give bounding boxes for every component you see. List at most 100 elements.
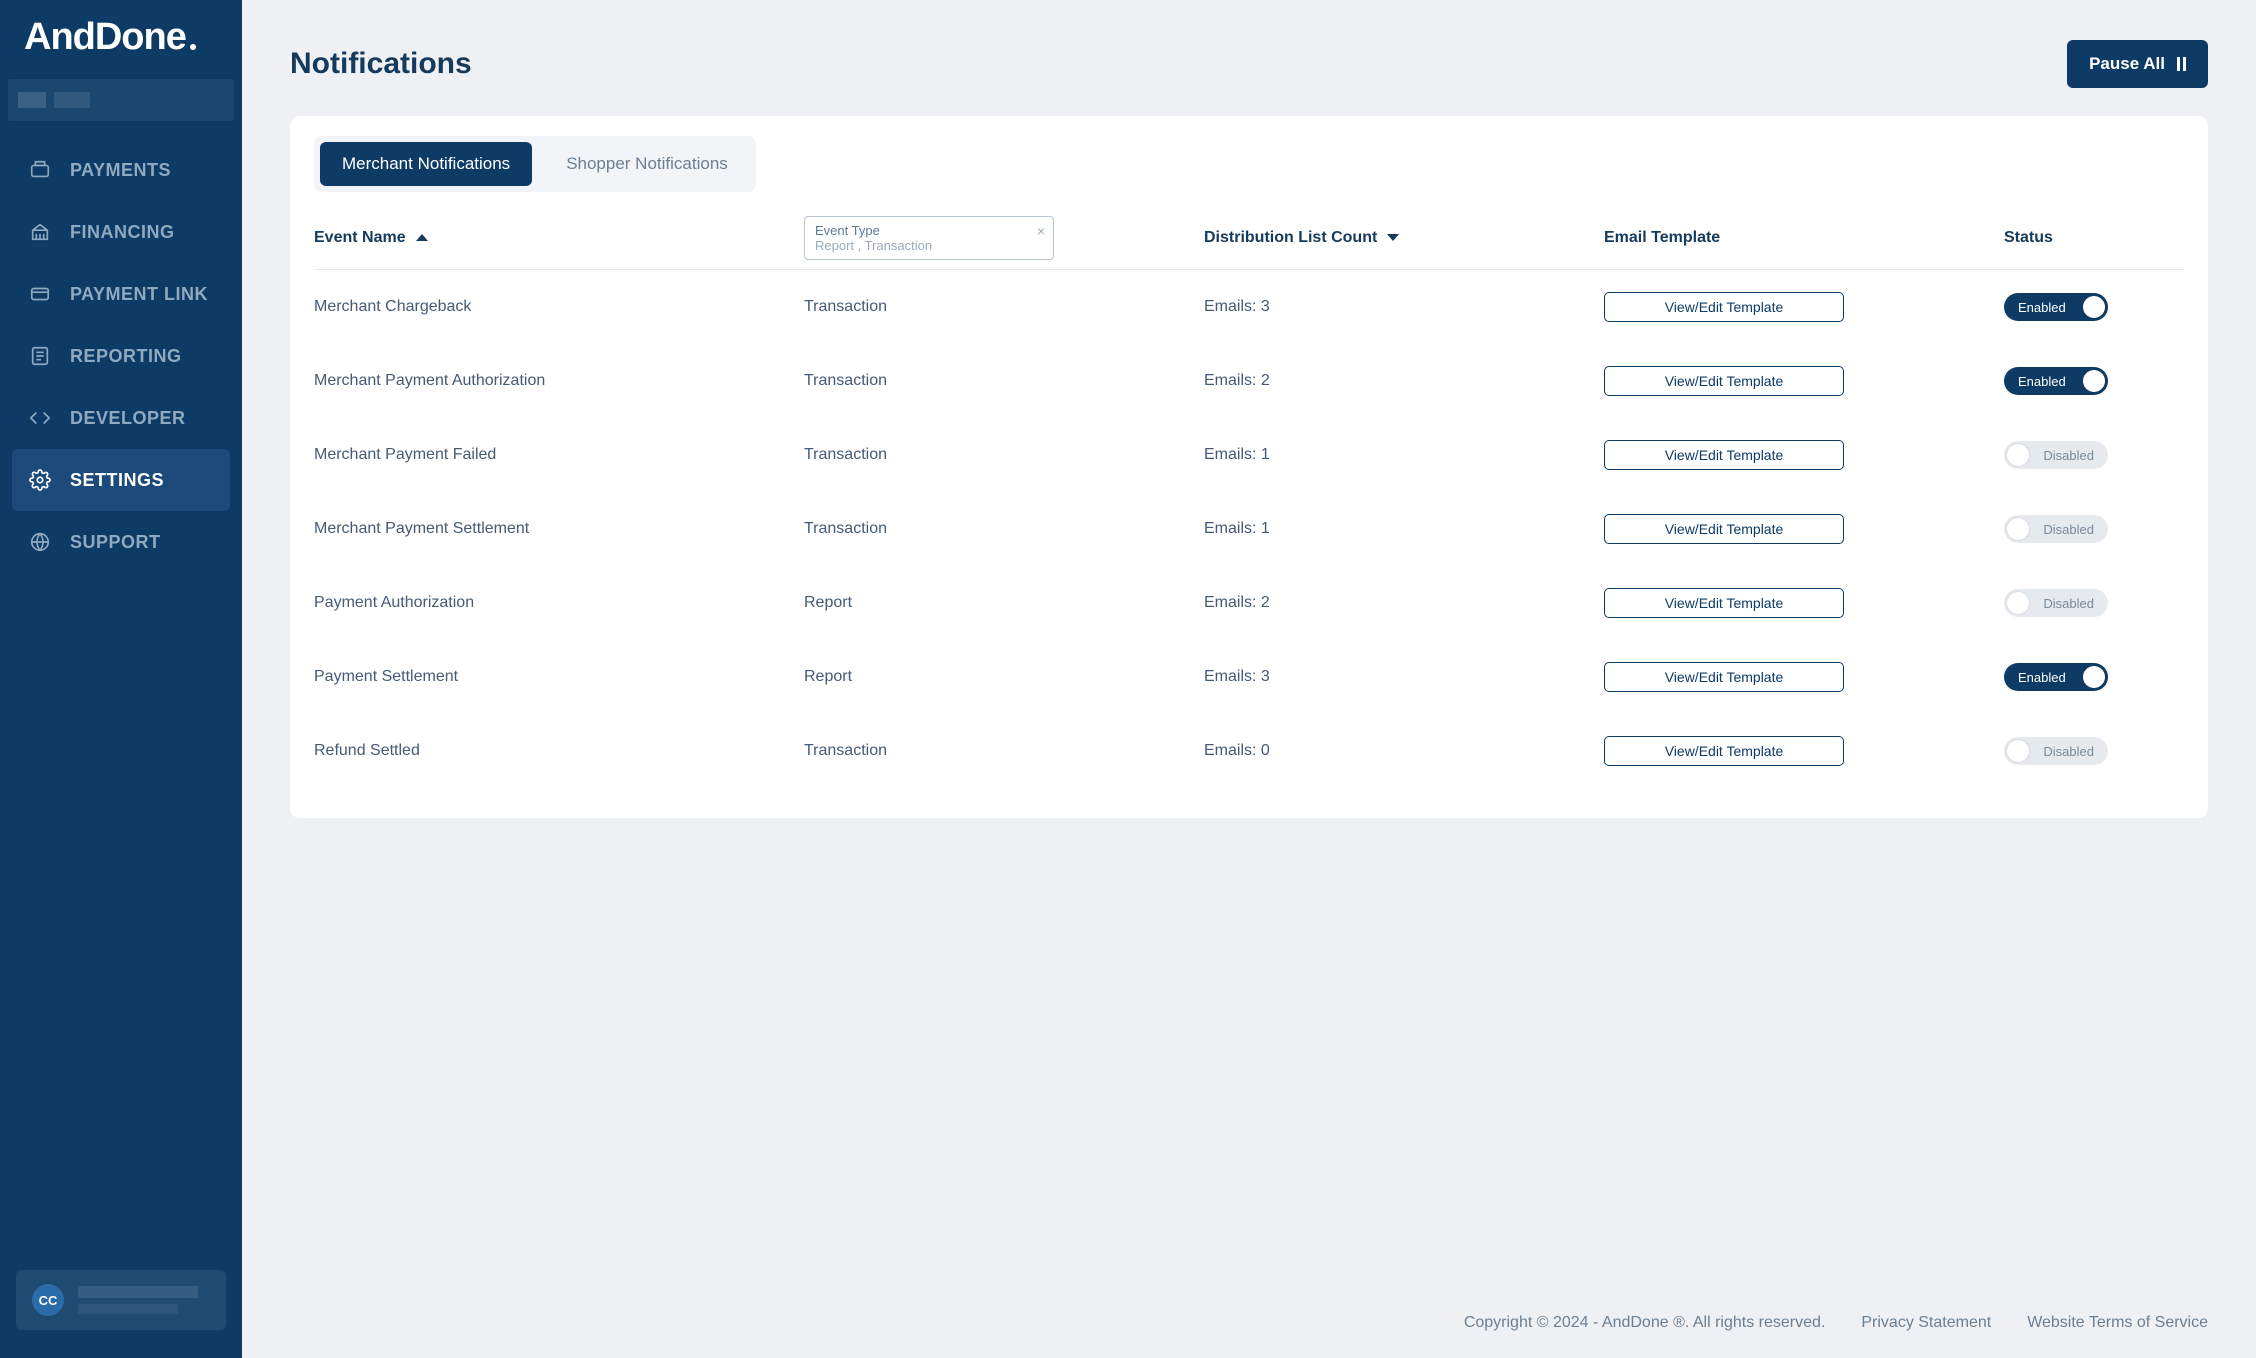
main-nav: PAYMENTS FINANCING PAYMENT LINK REPORTIN… — [0, 139, 242, 573]
reporting-icon — [28, 344, 52, 368]
col-distribution[interactable]: Distribution List Count — [1204, 229, 1604, 247]
cell-template: View/Edit Template — [1604, 662, 2004, 692]
cell-status: Enabled — [2004, 367, 2184, 395]
col-event-name[interactable]: Event Name — [314, 229, 804, 247]
user-card[interactable]: CC — [16, 1270, 226, 1330]
view-edit-template-button[interactable]: View/Edit Template — [1604, 662, 1844, 692]
table-row: Merchant Payment AuthorizationTransactio… — [314, 344, 2184, 418]
tab-shopper-notifications[interactable]: Shopper Notifications — [544, 142, 750, 186]
cell-distribution: Emails: 1 — [1204, 446, 1604, 464]
cell-event-name: Merchant Payment Authorization — [314, 372, 804, 390]
cell-distribution: Emails: 3 — [1204, 668, 1604, 686]
main-content: Notifications Pause All Merchant Notific… — [242, 0, 2256, 1358]
cell-event-type: Transaction — [804, 372, 1204, 390]
pause-icon — [2177, 57, 2186, 71]
pause-all-label: Pause All — [2089, 54, 2165, 74]
tab-merchant-notifications[interactable]: Merchant Notifications — [320, 142, 532, 186]
nav-support[interactable]: SUPPORT — [0, 511, 242, 573]
page-header: Notifications Pause All — [290, 40, 2208, 88]
cell-event-name: Merchant Payment Settlement — [314, 520, 804, 538]
cell-event-type: Transaction — [804, 742, 1204, 760]
cell-status: Enabled — [2004, 663, 2184, 691]
cell-event-type: Report — [804, 668, 1204, 686]
cell-template: View/Edit Template — [1604, 292, 2004, 322]
nav-label: DEVELOPER — [70, 408, 186, 429]
cell-status: Disabled — [2004, 515, 2184, 543]
table-row: Payment SettlementReportEmails: 3View/Ed… — [314, 640, 2184, 714]
cell-event-type: Transaction — [804, 520, 1204, 538]
copyright: Copyright © 2024 - AndDone ®. All rights… — [1464, 1314, 1826, 1332]
cell-event-type: Transaction — [804, 446, 1204, 464]
view-edit-template-button[interactable]: View/Edit Template — [1604, 736, 1844, 766]
col-label: Event Name — [314, 229, 406, 247]
brand-dot-icon — [190, 44, 196, 50]
col-label: Status — [2004, 229, 2053, 247]
cell-event-name: Payment Authorization — [314, 594, 804, 612]
cell-distribution: Emails: 1 — [1204, 520, 1604, 538]
status-label: Disabled — [2043, 596, 2094, 611]
status-label: Disabled — [2043, 744, 2094, 759]
settings-icon — [28, 468, 52, 492]
view-edit-template-button[interactable]: View/Edit Template — [1604, 440, 1844, 470]
status-toggle[interactable]: Disabled — [2004, 441, 2108, 469]
sidebar: AndDone PAYMENTS FINANCING — [0, 0, 242, 1358]
view-edit-template-button[interactable]: View/Edit Template — [1604, 588, 1844, 618]
merchant-selector[interactable] — [8, 79, 234, 121]
developer-icon — [28, 406, 52, 430]
brand-logo: AndDone — [0, 16, 242, 71]
nav-settings[interactable]: SETTINGS — [12, 449, 230, 511]
status-label: Enabled — [2018, 300, 2066, 315]
cell-template: View/Edit Template — [1604, 366, 2004, 396]
nav-financing[interactable]: FINANCING — [0, 201, 242, 263]
status-label: Disabled — [2043, 522, 2094, 537]
nav-payments[interactable]: PAYMENTS — [0, 139, 242, 201]
cell-distribution: Emails: 2 — [1204, 594, 1604, 612]
view-edit-template-button[interactable]: View/Edit Template — [1604, 292, 1844, 322]
clear-filter-icon[interactable]: × — [1037, 223, 1045, 239]
status-toggle[interactable]: Enabled — [2004, 293, 2108, 321]
table-row: Merchant ChargebackTransactionEmails: 3V… — [314, 270, 2184, 344]
cell-distribution: Emails: 0 — [1204, 742, 1604, 760]
cell-event-type: Transaction — [804, 298, 1204, 316]
cell-template: View/Edit Template — [1604, 440, 2004, 470]
pause-all-button[interactable]: Pause All — [2067, 40, 2208, 88]
view-edit-template-button[interactable]: View/Edit Template — [1604, 514, 1844, 544]
notifications-panel: Merchant Notifications Shopper Notificat… — [290, 116, 2208, 818]
financing-icon — [28, 220, 52, 244]
status-label: Enabled — [2018, 374, 2066, 389]
sort-asc-icon — [416, 234, 428, 241]
status-toggle[interactable]: Disabled — [2004, 737, 2108, 765]
nav-payment-link[interactable]: PAYMENT LINK — [0, 263, 242, 325]
brand-text: AndDone — [24, 16, 186, 59]
event-type-filter[interactable]: Event Type Report , Transaction × — [804, 216, 1054, 260]
cell-distribution: Emails: 2 — [1204, 372, 1604, 390]
table-row: Merchant Payment FailedTransactionEmails… — [314, 418, 2184, 492]
cell-distribution: Emails: 3 — [1204, 298, 1604, 316]
col-status: Status — [2004, 229, 2184, 247]
col-event-type[interactable]: Event Type Report , Transaction × — [804, 216, 1204, 260]
page-title: Notifications — [290, 47, 472, 81]
privacy-link[interactable]: Privacy Statement — [1861, 1314, 1991, 1332]
cell-template: View/Edit Template — [1604, 736, 2004, 766]
nav-label: PAYMENTS — [70, 160, 171, 181]
nav-developer[interactable]: DEVELOPER — [0, 387, 242, 449]
view-edit-template-button[interactable]: View/Edit Template — [1604, 366, 1844, 396]
status-toggle[interactable]: Enabled — [2004, 663, 2108, 691]
cell-status: Enabled — [2004, 293, 2184, 321]
status-toggle[interactable]: Enabled — [2004, 367, 2108, 395]
status-toggle[interactable]: Disabled — [2004, 589, 2108, 617]
sort-desc-icon — [1387, 234, 1399, 241]
col-template: Email Template — [1604, 229, 2004, 247]
table-row: Refund SettledTransactionEmails: 0View/E… — [314, 714, 2184, 788]
cell-event-name: Merchant Chargeback — [314, 298, 804, 316]
nav-reporting[interactable]: REPORTING — [0, 325, 242, 387]
filter-value: Report , Transaction — [815, 238, 1043, 253]
payments-icon — [28, 158, 52, 182]
status-label: Disabled — [2043, 448, 2094, 463]
terms-link[interactable]: Website Terms of Service — [2027, 1314, 2208, 1332]
cell-template: View/Edit Template — [1604, 514, 2004, 544]
table-body: Merchant ChargebackTransactionEmails: 3V… — [314, 270, 2184, 788]
status-toggle[interactable]: Disabled — [2004, 515, 2108, 543]
tab-bar: Merchant Notifications Shopper Notificat… — [314, 136, 756, 192]
support-icon — [28, 530, 52, 554]
